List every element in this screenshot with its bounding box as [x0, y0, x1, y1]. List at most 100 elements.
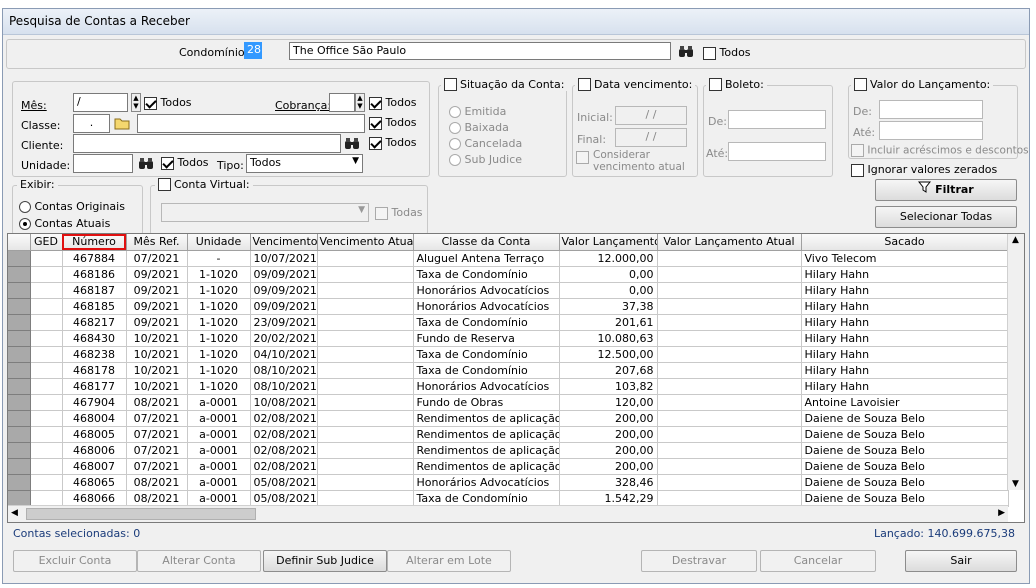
cliente-binoculars-icon[interactable] [343, 135, 361, 153]
col-unidade[interactable]: Unidade [187, 234, 251, 251]
data-vencimento-legend[interactable]: Data vencimento: [575, 78, 696, 91]
col-valor-lancamento[interactable]: Valor Lançamento [559, 234, 658, 251]
ignorar-zerados-checkbox[interactable]: Ignorar valores zerados [851, 163, 997, 177]
valor-de-input[interactable] [879, 100, 983, 119]
row-indicator[interactable] [8, 250, 31, 267]
col-classe-conta[interactable]: Classe da Conta [413, 234, 560, 251]
table-row[interactable]: 468430 10/2021 1-1020 20/02/2021 Fundo de Re… [8, 330, 1009, 347]
row-indicator[interactable] [8, 458, 31, 475]
table-row[interactable]: 468004 07/2021 a-0001 02/08/2021 Rendimentos… [8, 410, 1009, 427]
mes-todos-checkbox[interactable]: Todos [144, 96, 192, 110]
final-date-input[interactable]: / / [615, 128, 687, 147]
table-row[interactable]: 468186 09/2021 1-1020 09/09/2021 Taxa de Con… [8, 266, 1009, 283]
horizontal-scroll-thumb[interactable] [26, 508, 256, 520]
exibir-option-atuais[interactable]: Contas Atuais [19, 217, 110, 230]
valor-ate-input[interactable] [879, 121, 983, 140]
cliente-input[interactable] [73, 134, 341, 153]
excluir-conta-button[interactable]: Excluir Conta [13, 550, 137, 572]
cobranca-todos-checkbox[interactable]: Todos [369, 96, 417, 110]
col-valor-lancamento-atual[interactable]: Valor Lançamento Atual [657, 234, 802, 251]
unidade-binoculars-icon[interactable] [137, 155, 155, 173]
row-indicator[interactable] [8, 298, 31, 315]
boleto-de-input[interactable] [728, 110, 826, 129]
mes-spinner[interactable]: ▲ ▼ [131, 93, 141, 112]
cliente-todos-checkbox[interactable]: Todos [369, 136, 417, 150]
tipo-select[interactable]: Todos ▼ [246, 154, 363, 173]
table-row[interactable]: 467884 07/2021-10/07/2021 Aluguel Antena T… [8, 250, 1009, 267]
table-row[interactable]: 468187 09/2021 1-1020 09/09/2021 Honorários … [8, 282, 1009, 299]
row-indicator[interactable] [8, 282, 31, 299]
checkbox-icon[interactable] [703, 46, 716, 60]
table-row[interactable]: 468238 10/2021 1-1020 04/10/2021 Taxa de Con… [8, 346, 1009, 363]
destravar-button[interactable]: Destravar [641, 550, 757, 572]
contas-grid[interactable]: GED Número Mês Ref. Unidade Vencimento V… [7, 233, 1025, 523]
conta-virtual-select[interactable]: ▼ [161, 203, 369, 222]
selecionar-todas-button[interactable]: Selecionar Todas [875, 206, 1017, 228]
situacao-option-emitida[interactable]: Emitida [449, 105, 506, 118]
table-row[interactable]: 468006 07/2021 a-0001 02/08/2021 Rendimentos… [8, 442, 1009, 459]
row-indicator[interactable] [8, 442, 31, 459]
scroll-down-icon[interactable]: ▼ [1012, 479, 1019, 489]
exibir-option-originais[interactable]: Contas Originais [19, 200, 125, 213]
row-indicator[interactable] [8, 330, 31, 347]
table-row[interactable]: 468007 07/2021 a-0001 02/08/2021 Rendimentos… [8, 458, 1009, 475]
table-row[interactable]: 468005 07/2021 a-0001 02/08/2021 Rendimentos… [8, 426, 1009, 443]
unidade-todos-checkbox[interactable]: Todos [161, 156, 209, 170]
situacao-option-cancelada[interactable]: Cancelada [449, 137, 522, 150]
row-indicator[interactable] [8, 426, 31, 443]
condominio-todos-checkbox[interactable]: Todos [703, 46, 751, 60]
table-row[interactable]: 468066 08/2021 a-0001 05/08/2021 Taxa de Con… [8, 490, 1009, 507]
row-indicator[interactable] [8, 314, 31, 331]
boleto-ate-input[interactable] [728, 142, 826, 161]
row-indicator[interactable] [8, 362, 31, 379]
mes-input[interactable]: / [73, 93, 128, 112]
conta-virtual-todas-checkbox[interactable]: Todas [375, 206, 423, 220]
conta-virtual-legend[interactable]: Conta Virtual: [155, 178, 253, 191]
considerar-vencimento-checkbox[interactable]: Considerar vencimento atual [576, 149, 686, 173]
row-indicator[interactable] [8, 474, 31, 491]
condominio-code-input[interactable]: 28 [244, 42, 262, 59]
situacao-legend[interactable]: Situação da Conta: [441, 78, 568, 91]
scroll-up-icon[interactable]: ▲ [1012, 235, 1019, 245]
col-vencimento-atual[interactable]: Vencimento Atual [317, 234, 414, 251]
alterar-em-lote-button[interactable]: Alterar em Lote [387, 550, 511, 572]
alterar-conta-button[interactable]: Alterar Conta [137, 550, 261, 572]
classe-description-input[interactable] [137, 114, 365, 133]
vertical-scrollbar[interactable]: ▲ ▼ [1007, 234, 1024, 490]
col-mes-ref[interactable]: Mês Ref. [126, 234, 188, 251]
col-vencimento[interactable]: Vencimento [250, 234, 318, 251]
col-sacado[interactable]: Sacado [801, 234, 1009, 251]
table-row[interactable]: 468177 10/2021 1-1020 08/10/2021 Honorários … [8, 378, 1009, 395]
binoculars-icon[interactable] [677, 43, 695, 61]
table-row[interactable]: 467904 08/2021 a-0001 10/08/2021 Fundo de Ob… [8, 394, 1009, 411]
cobranca-spinner[interactable]: ▲ ▼ [355, 93, 365, 112]
table-row[interactable]: 468217 09/2021 1-1020 23/09/2021 Taxa de Con… [8, 314, 1009, 331]
condominio-name-input[interactable]: The Office São Paulo [289, 42, 671, 60]
row-indicator[interactable] [8, 410, 31, 427]
scroll-right-icon[interactable]: ▶ [998, 508, 1005, 518]
row-indicator[interactable] [8, 490, 31, 507]
row-indicator[interactable] [8, 266, 31, 283]
filtrar-button[interactable]: Filtrar [875, 179, 1017, 201]
definir-sub-judice-button[interactable]: Definir Sub Judice [263, 550, 387, 572]
unidade-input[interactable] [73, 154, 133, 173]
table-row[interactable]: 468185 09/2021 1-1020 09/09/2021 Honorários … [8, 298, 1009, 315]
row-indicator[interactable] [8, 378, 31, 395]
situacao-option-baixada[interactable]: Baixada [449, 121, 509, 134]
sair-button[interactable]: Sair [905, 550, 1017, 572]
valor-lancamento-legend[interactable]: Valor do Lançamento: [851, 78, 994, 91]
inicial-date-input[interactable]: / / [615, 106, 687, 125]
table-row[interactable]: 468065 08/2021 a-0001 05/08/2021 Honorários … [8, 474, 1009, 491]
incluir-acrescimos-checkbox[interactable]: Incluir acréscimos e descontos [851, 144, 1029, 157]
classe-input[interactable]: . [73, 114, 110, 133]
cobranca-input[interactable] [329, 93, 355, 112]
table-row[interactable]: 468178 10/2021 1-1020 08/10/2021 Taxa de Con… [8, 362, 1009, 379]
row-indicator[interactable] [8, 346, 31, 363]
cancelar-button[interactable]: Cancelar [760, 550, 876, 572]
folder-icon[interactable] [113, 114, 131, 132]
situacao-option-subjudice[interactable]: Sub Judice [449, 153, 522, 166]
row-indicator[interactable] [8, 394, 31, 411]
classe-todos-checkbox[interactable]: Todos [369, 116, 417, 130]
scroll-left-icon[interactable]: ◀ [11, 508, 18, 518]
horizontal-scrollbar[interactable]: ◀ ▶ [8, 505, 1008, 522]
